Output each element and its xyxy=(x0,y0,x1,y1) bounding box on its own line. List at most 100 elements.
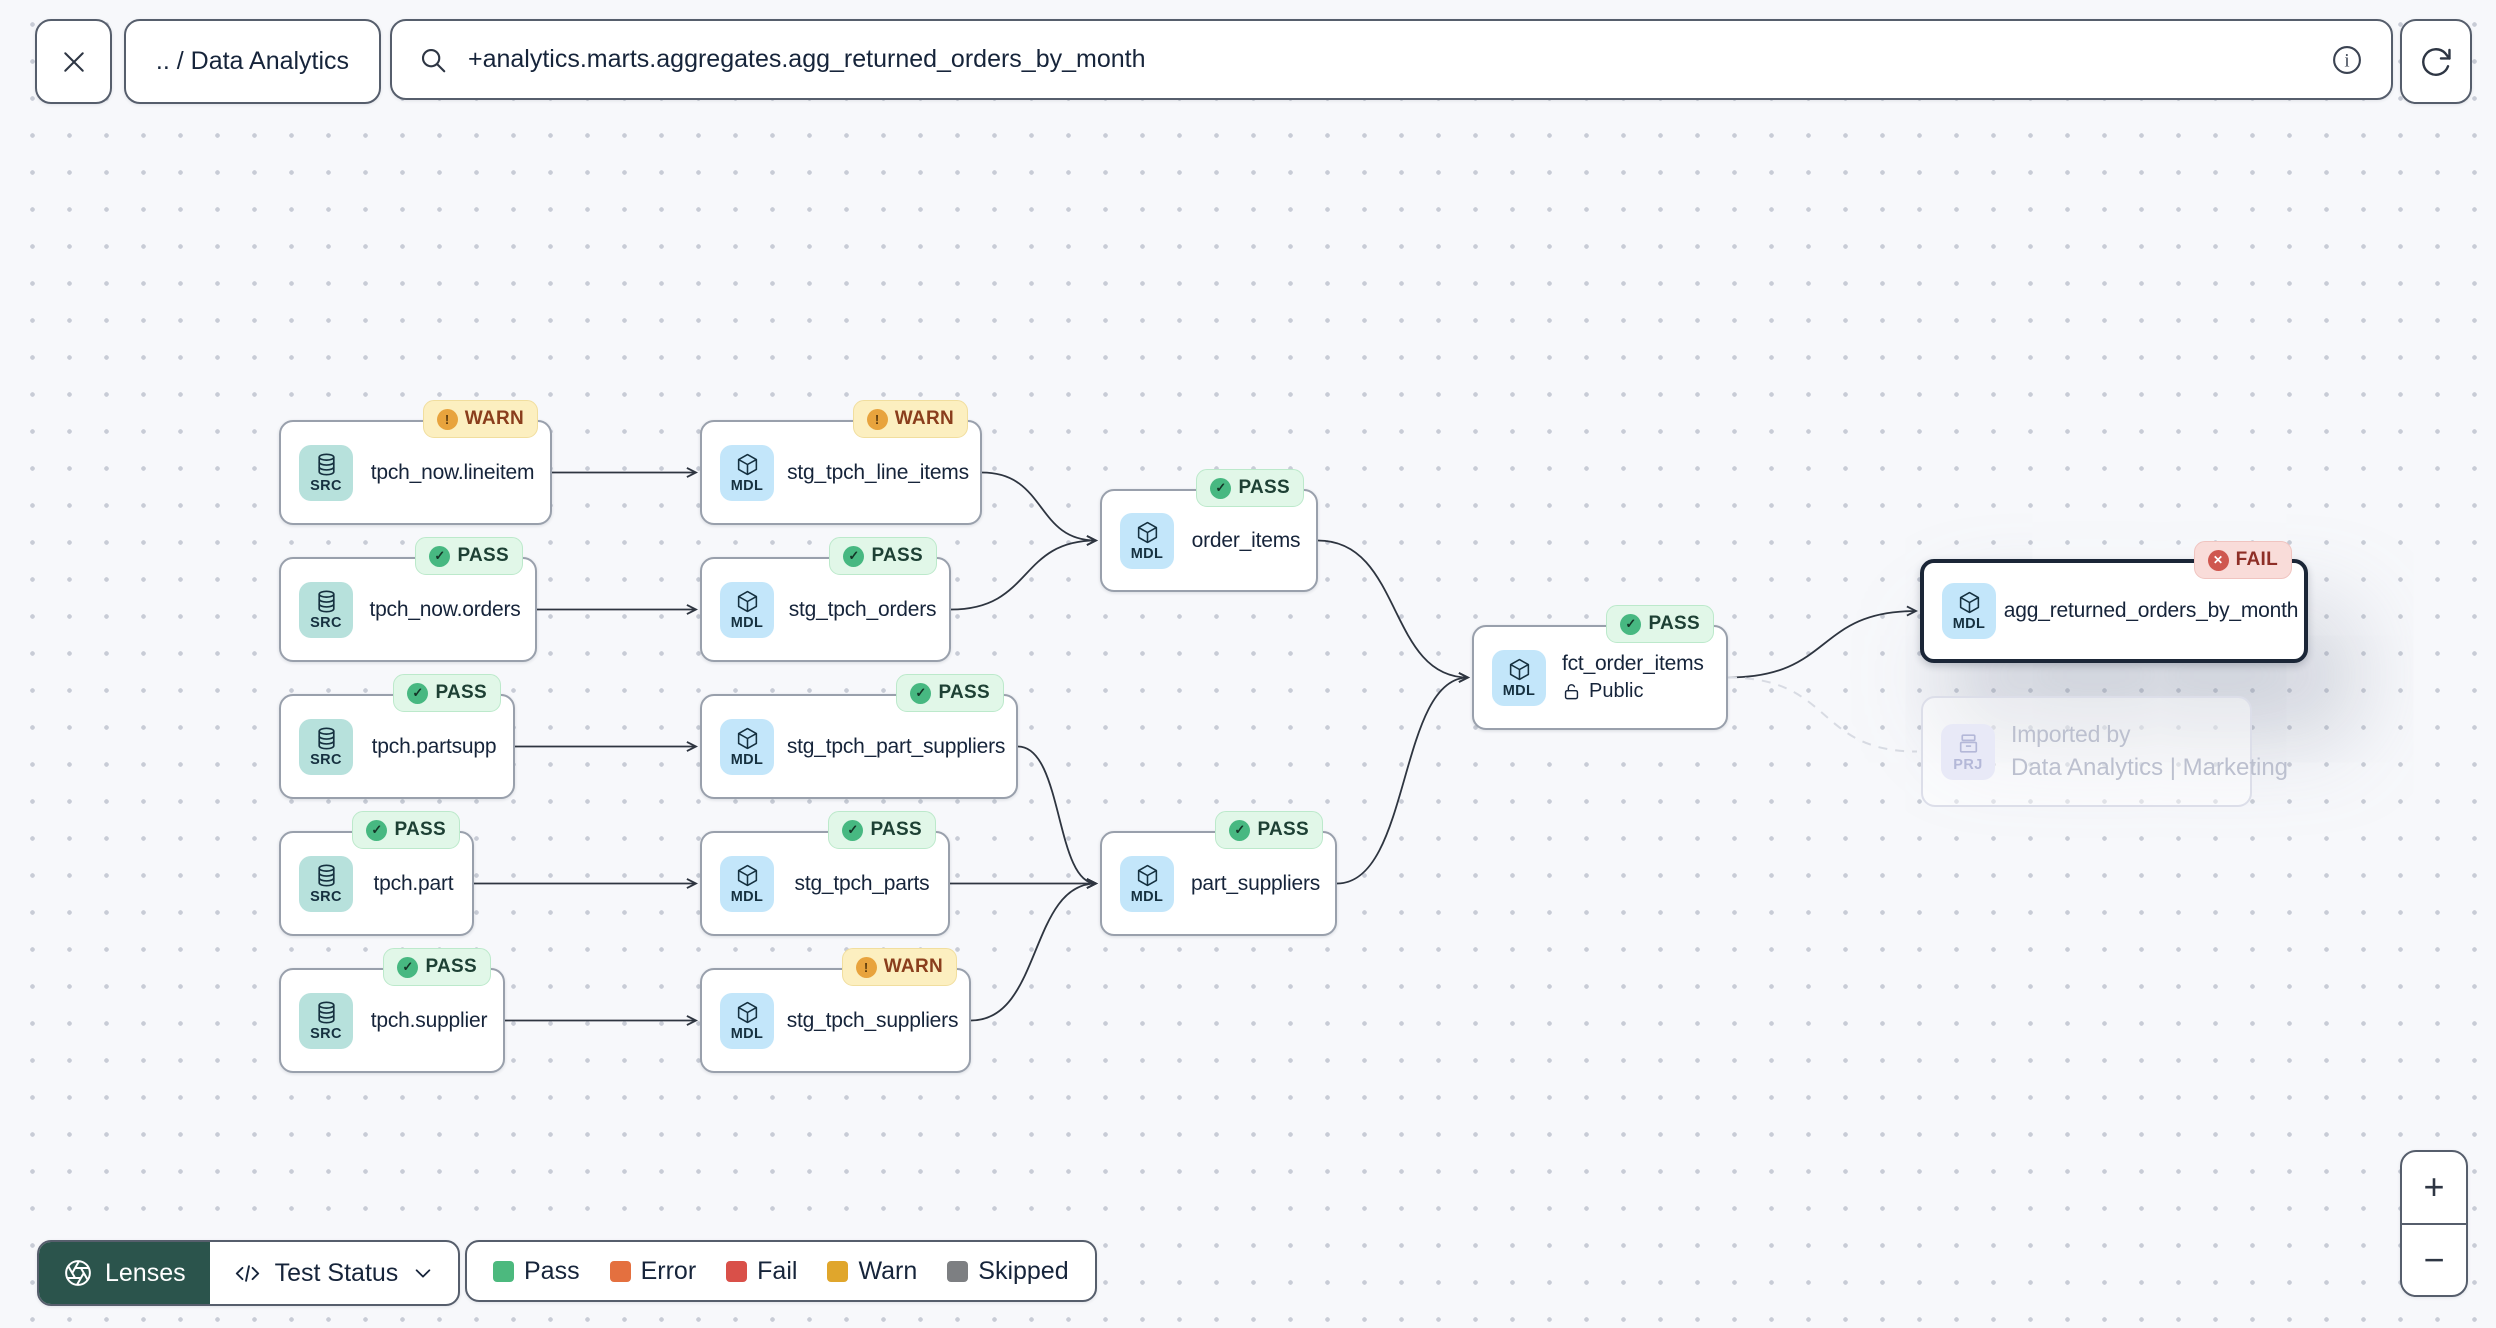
mdl-type-chip: MDL xyxy=(720,444,774,501)
mdl-type-chip: MDL xyxy=(1942,583,1996,639)
status-badge-pass: ✓ PASS xyxy=(1196,469,1304,507)
badge-label: PASS xyxy=(425,956,477,977)
edge-fct_order_items-agg_returned_orders_by_month xyxy=(1727,611,1916,679)
type-label: PRJ xyxy=(1953,756,1983,773)
pass-status-icon: ✓ xyxy=(842,819,864,841)
node-stg_tpch_part_suppliers[interactable]: MDL stg_tpch_part_suppliers ✓ PASS xyxy=(700,674,1018,799)
status-badge-pass: ✓ PASS xyxy=(393,674,501,712)
edge-stg_tpch_orders-order_items xyxy=(950,541,1096,611)
legend-swatch xyxy=(726,1260,748,1282)
legend-item-fail: Fail xyxy=(726,1257,797,1286)
lineage-canvas[interactable]: SRC tpch_now.lineitem ! WARN MDL stg_tpc… xyxy=(0,0,2496,1328)
zoom-in-button[interactable]: + xyxy=(2402,1152,2466,1223)
node-fct_order_items[interactable]: MDL fct_order_items Public ✓ PASS xyxy=(1472,605,1728,730)
node-text: fct_order_items Public xyxy=(1562,652,1712,703)
node-title: tpch.part xyxy=(373,871,454,895)
status-badge-pass: ✓ PASS xyxy=(1215,811,1323,849)
src-type-chip: SRC xyxy=(299,581,353,638)
type-label: MDL xyxy=(1502,682,1536,699)
legend-label: Skipped xyxy=(978,1256,1069,1285)
node-tpch_now_orders[interactable]: SRC tpch_now.orders ✓ PASS xyxy=(279,537,537,662)
zoom-out-button[interactable]: − xyxy=(2402,1225,2466,1296)
badge-label: PASS xyxy=(938,682,990,703)
node-stg_tpch_line_items[interactable]: MDL stg_tpch_line_items ! WARN xyxy=(700,400,982,525)
database-icon xyxy=(314,589,339,614)
node-text: stg_tpch_suppliers xyxy=(787,1009,959,1033)
type-label: MDL xyxy=(1130,545,1164,562)
node-part_suppliers[interactable]: MDL part_suppliers ✓ PASS xyxy=(1100,811,1337,936)
model-cube-icon xyxy=(1135,520,1160,545)
fail-status-icon: ✕ xyxy=(2207,549,2229,571)
node-text: tpch.supplier xyxy=(369,1009,489,1033)
badge-label: PASS xyxy=(871,545,923,566)
selected-lens-label: Test Status xyxy=(274,1258,399,1287)
legend-swatch xyxy=(493,1260,514,1282)
status-badge-warn: ! WARN xyxy=(852,400,968,438)
node-tpch_supplier[interactable]: SRC tpch.supplier ✓ PASS xyxy=(279,948,505,1073)
pass-status-icon: ✓ xyxy=(397,956,419,978)
legend-label: Pass xyxy=(524,1256,580,1285)
type-label: SRC xyxy=(310,477,342,494)
node-subtitle: Data Analytics | Marketing xyxy=(2011,754,2289,781)
mdl-type-chip: MDL xyxy=(720,581,774,638)
node-agg_returned_orders_by_month[interactable]: MDL agg_returned_orders_by_month ✕ FAIL xyxy=(1920,541,2308,663)
badge-label: WARN xyxy=(883,956,943,977)
lenses-button[interactable]: Lenses xyxy=(39,1242,210,1304)
node-title: order_items xyxy=(1191,528,1301,552)
pass-status-icon: ✓ xyxy=(910,682,932,704)
node-stg_tpch_orders[interactable]: MDL stg_tpch_orders ✓ PASS xyxy=(700,537,951,662)
status-badge-warn: ! WARN xyxy=(422,400,538,438)
src-type-chip: SRC xyxy=(299,855,353,912)
lens-pill: Lenses Test Status xyxy=(37,1240,461,1306)
pass-status-icon: ✓ xyxy=(843,545,865,567)
node-text: tpch_now.orders xyxy=(369,598,521,622)
mdl-type-chip: MDL xyxy=(1120,855,1174,912)
status-badge-pass: ✓ PASS xyxy=(383,948,491,986)
pass-status-icon: ✓ xyxy=(1620,613,1642,635)
badge-label: FAIL xyxy=(2235,549,2278,570)
node-title: stg_tpch_suppliers xyxy=(786,1008,959,1032)
node-tpch_now_lineitem[interactable]: SRC tpch_now.lineitem ! WARN xyxy=(279,400,552,525)
pass-status-icon: ✓ xyxy=(366,819,388,841)
warn-status-icon: ! xyxy=(855,956,877,978)
status-badge-pass: ✓ PASS xyxy=(415,537,523,575)
legend-swatch xyxy=(609,1260,631,1282)
edge-stg_tpch_line_items-order_items xyxy=(981,471,1096,541)
node-text: stg_tpch_line_items xyxy=(787,461,969,485)
status-badge-pass: ✓ PASS xyxy=(896,674,1004,712)
mdl-type-chip: MDL xyxy=(1120,512,1174,569)
node-text: stg_tpch_parts xyxy=(790,872,934,896)
mdl-type-chip: MDL xyxy=(1492,649,1546,706)
legend-item-pass: Pass xyxy=(493,1257,580,1286)
node-title: tpch_now.lineitem xyxy=(370,460,535,484)
code-icon xyxy=(234,1260,261,1287)
edge-layer xyxy=(474,0,2496,1328)
edge-fct_order_items-imported_by xyxy=(1727,676,1918,753)
type-label: MDL xyxy=(730,614,764,631)
pass-status-icon: ✓ xyxy=(407,682,429,704)
model-cube-icon xyxy=(735,863,760,888)
mdl-type-chip: MDL xyxy=(720,992,774,1049)
node-tpch_part[interactable]: SRC tpch.part ✓ PASS xyxy=(279,811,474,936)
node-stg_tpch_suppliers[interactable]: MDL stg_tpch_suppliers ! WARN xyxy=(700,948,971,1073)
badge-label: PASS xyxy=(394,819,446,840)
badge-label: PASS xyxy=(457,545,509,566)
pass-status-icon: ✓ xyxy=(1210,477,1232,499)
warn-status-icon: ! xyxy=(436,408,458,430)
lenses-label: Lenses xyxy=(105,1258,186,1287)
node-title: fct_order_items xyxy=(1562,652,1704,675)
type-label: SRC xyxy=(310,751,342,768)
node-tpch_partsupp[interactable]: SRC tpch.partsupp ✓ PASS xyxy=(279,674,515,799)
model-cube-icon xyxy=(735,726,760,751)
node-stg_tpch_parts[interactable]: MDL stg_tpch_parts ✓ PASS xyxy=(700,811,950,936)
model-cube-icon xyxy=(1957,590,1982,615)
node-text: tpch_now.lineitem xyxy=(369,461,536,485)
node-order_items[interactable]: MDL order_items ✓ PASS xyxy=(1100,469,1318,592)
node-title: tpch.supplier xyxy=(370,1008,488,1032)
model-cube-icon xyxy=(1135,863,1160,888)
database-icon xyxy=(314,863,339,888)
model-cube-icon xyxy=(735,1000,760,1025)
legend-swatch xyxy=(827,1260,849,1282)
lens-selector[interactable]: Test Status xyxy=(210,1242,459,1304)
pass-status-icon: ✓ xyxy=(1229,819,1251,841)
